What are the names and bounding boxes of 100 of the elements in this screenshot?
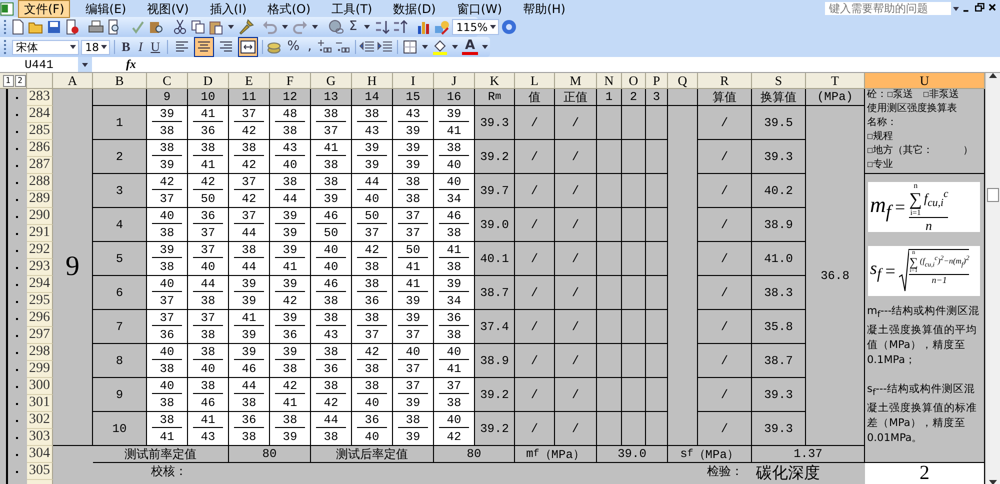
align-merge-button[interactable] xyxy=(238,37,258,57)
column-header[interactable]: G xyxy=(311,73,352,89)
caret-icon[interactable] xyxy=(490,25,496,29)
column-header[interactable]: U xyxy=(865,73,985,89)
caret-icon[interactable] xyxy=(101,45,108,49)
menu-item[interactable]: 编辑(E) xyxy=(79,0,132,18)
row-header[interactable]: 283 xyxy=(27,89,53,106)
sort-ascending-icon[interactable] xyxy=(374,19,390,35)
row-header[interactable]: 289 xyxy=(27,191,53,208)
name-box[interactable]: U441 xyxy=(0,58,78,72)
column-header[interactable]: J xyxy=(434,73,475,89)
caret-icon[interactable] xyxy=(228,25,234,29)
row-header[interactable]: 299 xyxy=(27,361,53,378)
row-header[interactable]: 302 xyxy=(27,412,53,429)
fill-color-icon[interactable] xyxy=(432,39,448,55)
help-search-field[interactable]: 键入需要帮助的问题 xyxy=(825,2,951,15)
vertical-scrollbar[interactable] xyxy=(985,73,1000,484)
help-icon[interactable] xyxy=(500,19,517,35)
column-header[interactable]: F xyxy=(270,73,311,89)
row-header[interactable]: 293 xyxy=(27,259,53,276)
outline-level-button[interactable]: 2 xyxy=(14,74,26,86)
row-header[interactable]: 298 xyxy=(27,344,53,361)
column-header[interactable]: T xyxy=(806,73,865,89)
row-header[interactable]: 287 xyxy=(27,157,53,174)
paste-icon[interactable] xyxy=(208,19,224,35)
format-painter-icon[interactable] xyxy=(238,19,254,35)
column-header[interactable]: S xyxy=(752,73,806,89)
row-header[interactable]: 304 xyxy=(27,446,53,463)
row-header[interactable]: 286 xyxy=(27,140,53,157)
sort-descending-icon[interactable] xyxy=(392,19,408,35)
autosum-button[interactable]: Σ xyxy=(346,19,360,35)
menu-item[interactable]: 工具(T) xyxy=(326,0,378,18)
row-header[interactable]: 303 xyxy=(27,429,53,446)
menu-item[interactable]: 帮助(H) xyxy=(517,0,572,18)
caret-icon[interactable] xyxy=(312,25,318,29)
row-header[interactable]: 288 xyxy=(27,174,53,191)
row-header[interactable]: 291 xyxy=(27,225,53,242)
cut-icon[interactable] xyxy=(172,19,188,35)
column-header[interactable]: B xyxy=(93,73,147,89)
column-header[interactable]: K xyxy=(475,73,515,89)
menu-item[interactable]: 格式(O) xyxy=(262,0,317,18)
borders-icon[interactable] xyxy=(402,39,418,55)
insert-function-button[interactable]: fx xyxy=(126,57,136,72)
menu-item[interactable]: 数据(D) xyxy=(387,0,442,18)
italic-button[interactable]: I xyxy=(135,39,146,55)
caret-icon[interactable] xyxy=(452,45,458,49)
caret-icon[interactable] xyxy=(282,25,288,29)
scrollbar-thumb[interactable] xyxy=(987,188,999,202)
column-header[interactable]: D xyxy=(188,73,229,89)
column-header[interactable]: R xyxy=(698,73,752,89)
caret-icon[interactable] xyxy=(482,45,488,49)
row-header[interactable]: 285 xyxy=(27,123,53,140)
row-header[interactable]: 297 xyxy=(27,327,53,344)
column-header[interactable]: M xyxy=(555,73,597,89)
font-field[interactable]: 宋体 xyxy=(12,40,80,54)
increase-decimal-icon[interactable] xyxy=(316,39,333,55)
row-header[interactable]: 305 xyxy=(27,463,53,480)
menu-item[interactable]: 视图(V) xyxy=(141,0,195,18)
row-header[interactable]: 290 xyxy=(27,208,53,225)
column-header[interactable]: L xyxy=(515,73,555,89)
scroll-down-icon[interactable] xyxy=(989,480,997,484)
drawing-icon[interactable] xyxy=(434,19,450,35)
column-header[interactable]: O xyxy=(622,73,646,89)
new-document-icon[interactable] xyxy=(10,19,26,35)
outline-level-button[interactable]: 1 xyxy=(2,74,14,86)
hyperlink-icon[interactable] xyxy=(328,19,344,35)
caret-icon[interactable] xyxy=(422,45,428,49)
bold-button[interactable]: B xyxy=(118,39,134,55)
column-header[interactable]: I xyxy=(393,73,434,89)
row-header[interactable]: 296 xyxy=(27,310,53,327)
caret-icon[interactable] xyxy=(70,45,76,49)
save-icon[interactable] xyxy=(46,19,62,35)
align-center-button[interactable] xyxy=(194,37,214,57)
row-header[interactable]: 301 xyxy=(27,395,53,412)
row-header[interactable]: 300 xyxy=(27,378,53,395)
caret-icon[interactable] xyxy=(953,6,959,10)
column-header[interactable]: E xyxy=(229,73,270,89)
row-header[interactable]: 284 xyxy=(27,106,53,123)
column-header[interactable]: H xyxy=(352,73,393,89)
column-header[interactable]: Q xyxy=(668,73,698,89)
menu-item[interactable]: 文件(F) xyxy=(18,0,70,18)
row-header[interactable]: 294 xyxy=(27,276,53,293)
column-header[interactable]: N xyxy=(597,73,622,89)
percent-button[interactable]: % xyxy=(284,39,303,55)
comma-button[interactable]: , xyxy=(304,39,315,55)
column-header[interactable]: A xyxy=(53,73,93,89)
column-header[interactable]: P xyxy=(646,73,668,89)
font-size-field[interactable]: 18 xyxy=(81,40,110,54)
row-header[interactable]: 292 xyxy=(27,242,53,259)
menu-item[interactable]: 窗口(W) xyxy=(450,0,508,18)
column-header[interactable]: C xyxy=(147,73,188,89)
zoom-field[interactable]: 115% xyxy=(452,19,499,35)
menu-item[interactable]: 插入(I) xyxy=(204,0,253,18)
row-header[interactable]: 295 xyxy=(27,293,53,310)
print-icon[interactable] xyxy=(88,19,104,35)
copy-icon[interactable] xyxy=(190,19,206,35)
caret-icon[interactable] xyxy=(82,62,88,66)
underline-button[interactable]: U xyxy=(148,39,164,55)
caret-icon[interactable] xyxy=(364,25,370,29)
research-icon[interactable] xyxy=(148,19,164,35)
